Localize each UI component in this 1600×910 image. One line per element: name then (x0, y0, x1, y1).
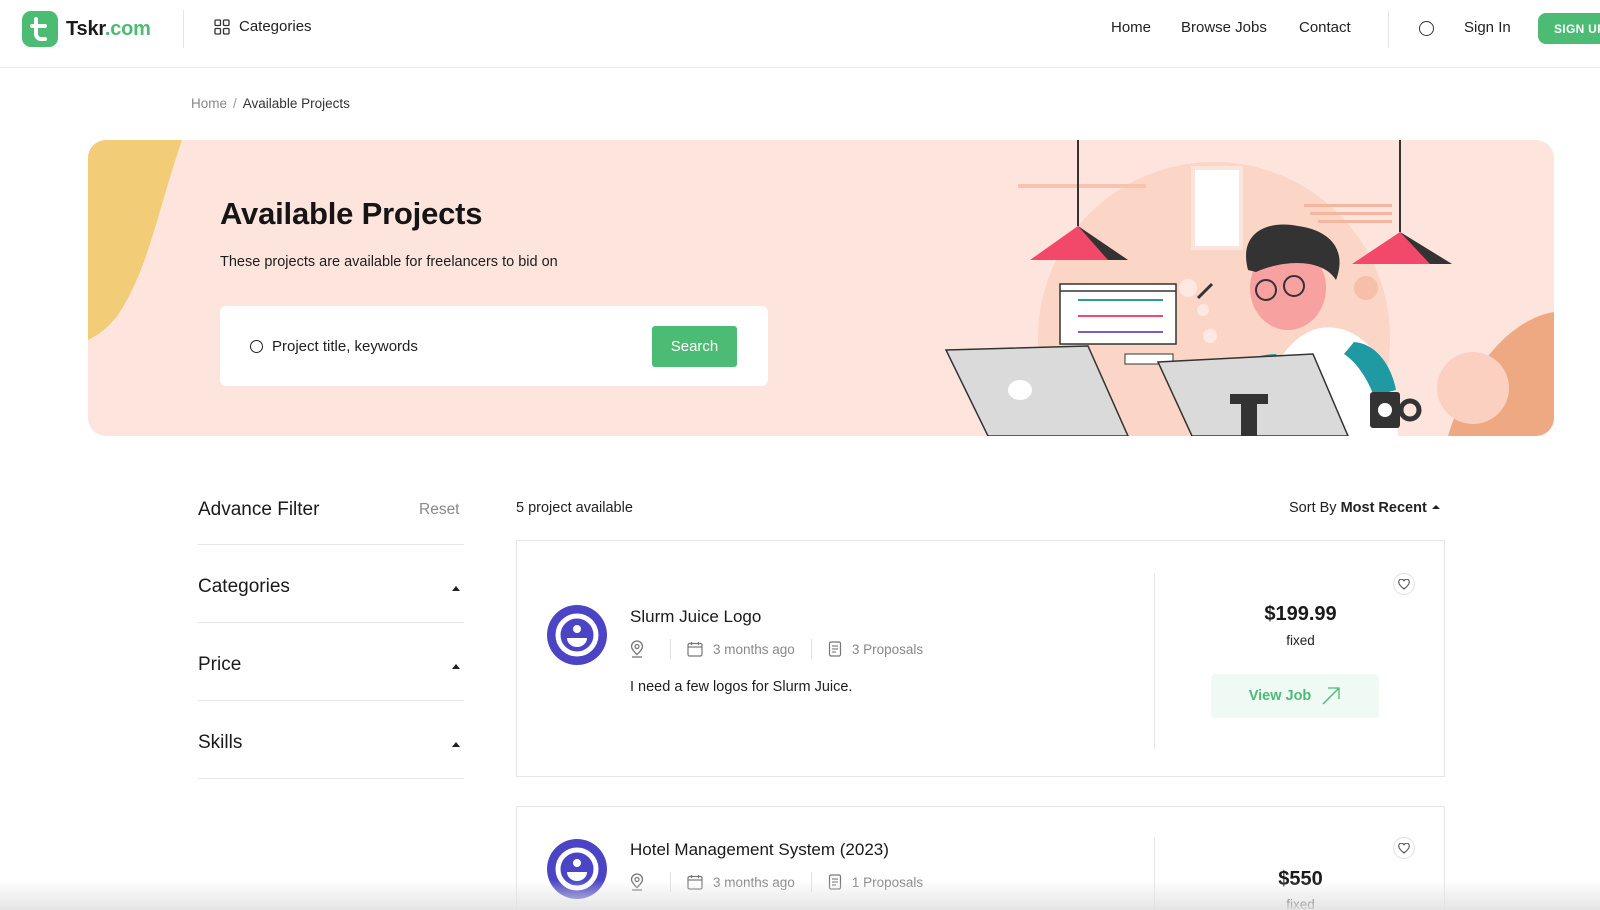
breadcrumb-separator: / (233, 96, 237, 111)
sort-label: Sort By (1289, 500, 1337, 516)
sort-dropdown[interactable]: Sort By Most Recent (1289, 500, 1440, 516)
header-divider (1388, 10, 1389, 48)
categories-label: Categories (239, 18, 312, 35)
caret-up-icon (452, 742, 460, 747)
nav-contact-link[interactable]: Contact (1299, 19, 1351, 36)
filter-divider (198, 544, 464, 545)
filter-title: Advance Filter (198, 499, 320, 520)
favorite-heart-icon[interactable] (1393, 573, 1415, 595)
filter-section-skills[interactable]: Skills (198, 732, 464, 762)
nav-browse-jobs-link[interactable]: Browse Jobs (1181, 19, 1267, 36)
page-title: Available Projects (220, 196, 483, 231)
job-card[interactable]: Slurm Juice Logo 3 months ago 3 Proposal… (516, 540, 1445, 777)
filter-section-label: Skills (198, 732, 243, 753)
view-job-button[interactable]: View Job (1211, 674, 1379, 718)
logo-icon (22, 11, 58, 47)
filter-section-categories[interactable]: Categories (198, 576, 464, 606)
filter-section-label: Price (198, 654, 242, 675)
filter-section-label: Categories (198, 576, 290, 597)
caret-up-icon (452, 664, 460, 669)
job-title[interactable]: Slurm Juice Logo (630, 607, 761, 627)
posted-time: 3 months ago (713, 641, 795, 657)
sign-up-button[interactable]: SIGN UP (1538, 13, 1600, 44)
caret-up-icon (452, 586, 460, 591)
search-box: Search (220, 306, 768, 386)
card-divider (1154, 573, 1155, 749)
job-title[interactable]: Hotel Management System (2023) (630, 840, 889, 860)
filter-divider (198, 778, 464, 779)
caret-up-icon (1431, 505, 1440, 509)
filter-reset-button[interactable]: Reset (419, 501, 460, 519)
price-type: fixed (1286, 633, 1315, 648)
breadcrumb-home[interactable]: Home (191, 96, 227, 111)
top-header: Tskr.com Categories Home Browse Jobs Con… (0, 0, 1600, 68)
location-icon (630, 640, 654, 658)
arrow-up-right-icon (1322, 687, 1340, 705)
header-divider (183, 10, 184, 48)
calendar-icon (687, 642, 703, 657)
grid-icon (214, 18, 230, 35)
job-description: I need a few logos for Slurm Juice. (630, 679, 853, 695)
breadcrumb: Home / Available Projects (191, 96, 350, 111)
filter-section-price[interactable]: Price (198, 654, 464, 684)
sign-in-link[interactable]: Sign In (1464, 19, 1511, 36)
bottom-fade (0, 880, 1600, 910)
categories-menu-button[interactable]: Categories (214, 18, 312, 35)
job-price: $199.99 (1264, 603, 1337, 625)
job-meta: 3 months ago 3 Proposals (630, 639, 923, 659)
view-job-label: View Job (1248, 688, 1312, 704)
hero-banner: Available Projects These projects are av… (88, 140, 1554, 436)
search-icon (250, 340, 263, 353)
nav-home-link[interactable]: Home (1111, 19, 1151, 36)
site-logo[interactable]: Tskr.com (22, 11, 151, 47)
sort-value: Most Recent (1340, 500, 1427, 516)
document-icon (828, 641, 841, 657)
hero-illustration (88, 140, 1554, 436)
client-avatar (547, 605, 607, 665)
filter-divider (198, 622, 464, 623)
logo-text: Tskr.com (66, 17, 151, 40)
breadcrumb-current: Available Projects (242, 96, 350, 111)
search-button[interactable]: Search (652, 326, 737, 367)
search-input[interactable] (272, 333, 632, 359)
proposal-count: 3 Proposals (851, 641, 924, 657)
results-count: 5 project available (516, 500, 633, 516)
filter-divider (198, 700, 464, 701)
page-subtitle: These projects are available for freelan… (220, 254, 558, 270)
theme-toggle-icon[interactable] (1419, 21, 1434, 36)
favorite-heart-icon[interactable] (1393, 837, 1415, 859)
